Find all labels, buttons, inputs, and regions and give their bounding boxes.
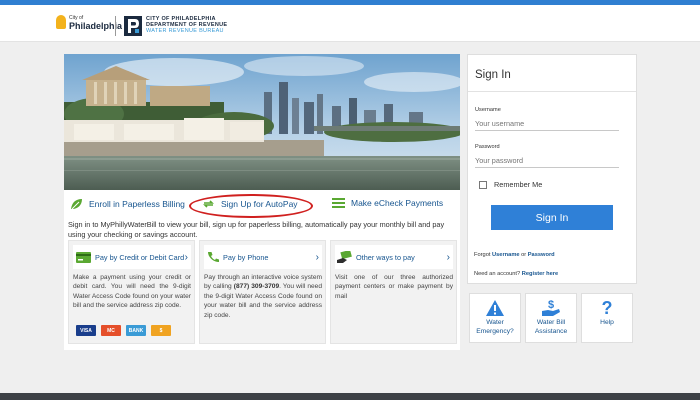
pay-by-phone-panel: Pay by Phone › Pay through an interactiv… — [199, 240, 326, 344]
help-tile[interactable]: ? Help — [581, 293, 633, 343]
payment-hand-icon — [337, 250, 352, 263]
pay-by-card-header[interactable]: Pay by Credit or Debit Card › — [73, 245, 191, 269]
dept-line-3: WATER REVENUE BUREAU — [146, 28, 224, 34]
password-label: Password — [475, 144, 500, 150]
site-header: City of Philadelphia CITY OF PHILADELPHI… — [0, 5, 700, 42]
pay-by-card-title: Pay by Credit or Debit Card — [95, 252, 185, 262]
city-of-philadelphia-logo[interactable]: City of Philadelphia — [56, 14, 122, 31]
forgot-or: or — [519, 252, 528, 258]
paperless-billing-label: Enroll in Paperless Billing — [89, 199, 185, 209]
mastercard-logo: MC — [101, 325, 121, 336]
help-label: Help — [600, 319, 614, 326]
action-links-row: Enroll in Paperless Billing Sign Up for … — [64, 194, 460, 218]
assistance-icon: $ — [542, 299, 560, 316]
philadelphia-skyline-hero-image — [64, 54, 460, 190]
echeck-payments-link[interactable]: Make eCheck Payments — [332, 198, 443, 208]
leaf-icon — [71, 199, 82, 210]
password-input[interactable] — [475, 154, 619, 168]
forgot-credentials-text: Forgot Username or Password — [474, 252, 555, 258]
forgot-prefix: Forgot — [474, 252, 493, 258]
department-of-revenue-logo[interactable]: CITY OF PHILADELPHIA DEPARTMENT OF REVEN… — [146, 16, 227, 34]
page-footer-bar — [0, 393, 700, 400]
bank-logo: BANK — [126, 325, 146, 336]
pay-by-phone-text: Pay through an interactive voice system … — [204, 273, 322, 320]
revenue-logo-icon — [124, 16, 142, 36]
chevron-right-icon: › — [315, 251, 319, 263]
chevron-right-icon: › — [446, 251, 450, 263]
water-emergency-label: Water Emergency? — [476, 319, 514, 335]
need-account-prefix: Need an account? — [474, 271, 522, 277]
echeck-payments-label: Make eCheck Payments — [351, 198, 444, 208]
visa-logo: VISA — [76, 325, 96, 336]
phone-icon — [208, 252, 219, 262]
phone-number[interactable]: (877) 309-3709 — [234, 283, 279, 290]
forgot-username-link[interactable]: Username — [492, 252, 520, 258]
credit-card-icon — [76, 251, 91, 263]
payment-logos: VISA MC BANK $ — [76, 325, 171, 336]
other-ways-title: Other ways to pay — [356, 252, 415, 262]
chevron-right-icon: › — [184, 251, 188, 263]
other-ways-header[interactable]: Other ways to pay › — [335, 245, 453, 269]
menu-lines-icon — [332, 198, 345, 208]
other-ways-to-pay-panel: Other ways to pay › Visit one of our thr… — [330, 240, 457, 344]
water-emergency-tile[interactable]: Water Emergency? — [469, 293, 521, 343]
cash-logo: $ — [151, 325, 171, 336]
pay-by-phone-title: Pay by Phone — [223, 252, 269, 262]
water-bill-assistance-label: Water Bill Assistance — [534, 319, 568, 335]
other-ways-text: Visit one of our three authorized paymen… — [335, 274, 453, 300]
svg-text:$: $ — [548, 299, 554, 311]
remember-me-checkbox[interactable] — [479, 180, 487, 189]
forgot-password-link[interactable]: Password — [528, 252, 555, 258]
logo-divider — [115, 16, 116, 36]
username-input[interactable] — [475, 117, 619, 131]
warning-icon — [486, 300, 504, 316]
remember-me-row[interactable]: Remember Me — [479, 180, 542, 189]
pay-by-card-text: Make a payment using your credit or debi… — [73, 274, 191, 310]
sign-in-button[interactable]: Sign In — [491, 205, 613, 230]
main-content-panel: Enroll in Paperless Billing Sign Up for … — [64, 54, 460, 350]
water-bill-assistance-tile[interactable]: $ Water Bill Assistance — [525, 293, 577, 343]
paperless-billing-link[interactable]: Enroll in Paperless Billing — [70, 198, 185, 210]
pay-by-card-panel: Pay by Credit or Debit Card › Make a pay… — [68, 240, 195, 344]
register-link[interactable]: Register here — [522, 271, 558, 277]
sign-in-panel: Sign In Username Password Remember Me Si… — [467, 54, 637, 284]
help-icon: ? — [601, 298, 613, 318]
liberty-bell-icon — [56, 15, 66, 29]
autopay-highlight-circle — [189, 194, 313, 218]
sign-in-divider — [468, 91, 636, 92]
username-label: Username — [475, 107, 501, 113]
pay-by-phone-header[interactable]: Pay by Phone › — [204, 245, 322, 269]
register-text: Need an account? Register here — [474, 271, 558, 277]
intro-text: Sign in to MyPhillyWaterBill to view you… — [68, 220, 445, 239]
sign-in-title: Sign In — [475, 69, 511, 81]
remember-me-label: Remember Me — [494, 180, 543, 189]
